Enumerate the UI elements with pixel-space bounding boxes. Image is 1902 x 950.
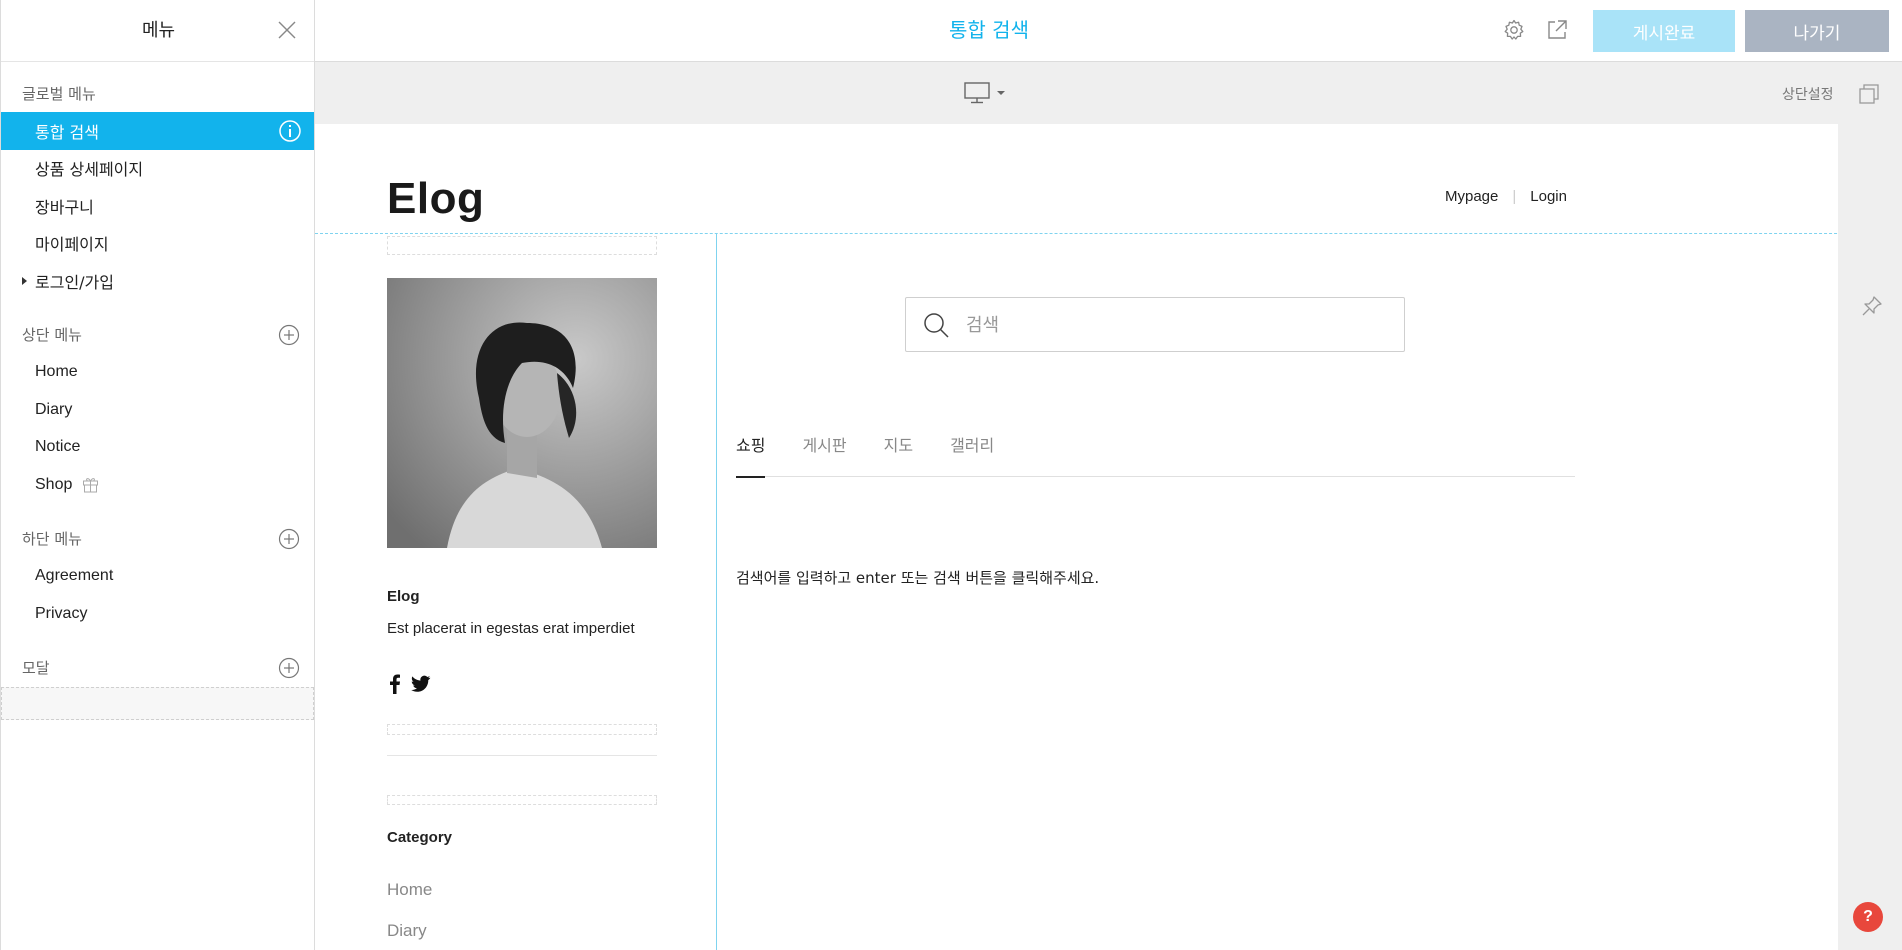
sidebar-item-label: 마이페이지 — [35, 235, 109, 255]
section-label-global: 글로벌 메뉴 — [22, 84, 96, 103]
publish-button[interactable]: 게시완료 — [1593, 10, 1735, 52]
external-link-icon[interactable] — [1545, 18, 1569, 42]
column-guide-line — [716, 233, 717, 950]
section-label-top: 상단 메뉴 — [1, 316, 314, 354]
global-menu-section: 글로벌 메뉴 통합 검색 상품 상세페이지 장바구니 마이페이지 로그인/가입 — [1, 74, 314, 300]
copy-icon[interactable] — [1857, 82, 1881, 106]
sidebar-divider — [387, 755, 657, 756]
add-circle-icon[interactable] — [278, 657, 300, 679]
profile-name: Elog — [387, 588, 420, 605]
category-item-home[interactable]: Home — [387, 880, 432, 900]
sidebar-item-label: 상품 상세페이지 — [35, 160, 144, 180]
tab-shopping[interactable]: 쇼핑 — [736, 432, 766, 478]
site-header-nav: Mypage | Login — [1445, 188, 1567, 205]
sidebar: 메뉴 글로벌 메뉴 통합 검색 상품 상세페이지 장바구니 마이페이지 로그인/… — [0, 0, 315, 950]
sidebar-item-label: 통합 검색 — [35, 122, 99, 142]
sidebar-item-label: 로그인/가입 — [35, 272, 114, 292]
exit-button[interactable]: 나가기 — [1745, 10, 1889, 52]
page-title: 통합 검색 — [949, 18, 1029, 42]
sidebar-title: 메뉴 — [141, 20, 176, 41]
sidebar-item-label: Home — [35, 363, 78, 381]
bottom-menu-section: 하단 메뉴 Agreement Privacy — [1, 520, 314, 633]
sidebar-item-diary[interactable]: Diary — [1, 391, 314, 429]
sidebar-item-login-signup[interactable]: 로그인/가입 — [1, 262, 314, 300]
twitter-icon[interactable] — [411, 675, 431, 693]
device-selector[interactable] — [964, 80, 1010, 106]
close-icon[interactable] — [276, 19, 298, 41]
sidebar-item-notice[interactable]: Notice — [1, 429, 314, 467]
section-label-modal: 모달 — [1, 649, 314, 687]
profile-description: Est placerat in egestas erat imperdiet — [387, 620, 635, 637]
category-title: Category — [387, 829, 453, 846]
nav-link-mypage[interactable]: Mypage — [1445, 188, 1498, 205]
nav-divider: | — [1512, 188, 1517, 205]
add-circle-icon[interactable] — [278, 324, 300, 346]
sidebar-item-agreement[interactable]: Agreement — [1, 558, 314, 596]
info-icon[interactable] — [278, 119, 302, 143]
pin-icon[interactable] — [1860, 294, 1884, 318]
site-preview-canvas: Elog Mypage | Login Elog Est placerat in… — [315, 124, 1838, 950]
nav-link-login[interactable]: Login — [1530, 188, 1567, 205]
gift-icon — [83, 478, 99, 493]
sidebar-item-label: Notice — [35, 438, 81, 456]
sidebar-item-mypage[interactable]: 마이페이지 — [1, 225, 314, 263]
modal-drop-zone[interactable] — [1, 686, 314, 720]
sidebar-item-shop[interactable]: Shop — [1, 466, 314, 504]
tab-gallery[interactable]: 갤러리 — [950, 432, 994, 477]
chevron-down-icon — [997, 91, 1005, 95]
tab-board[interactable]: 게시판 — [802, 432, 846, 477]
profile-image — [387, 278, 657, 548]
section-label-text: 하단 메뉴 — [22, 530, 82, 548]
sidebar-item-cart[interactable]: 장바구니 — [1, 187, 314, 225]
caret-right-icon[interactable] — [22, 276, 27, 285]
desktop-icon — [964, 82, 990, 104]
tab-map[interactable]: 지도 — [884, 432, 913, 477]
add-circle-icon[interactable] — [278, 528, 300, 550]
section-label-bottom: 하단 메뉴 — [1, 520, 314, 558]
modal-section: 모달 — [1, 649, 314, 720]
empty-block-placeholder[interactable] — [387, 236, 657, 255]
header-guide-line — [315, 233, 1838, 234]
sidebar-item-label: Agreement — [35, 567, 114, 585]
search-guide-message: 검색어를 입력하고 enter 또는 검색 버튼을 클릭해주세요. — [736, 569, 1100, 587]
search-icon[interactable] — [922, 311, 950, 339]
site-logo[interactable]: Elog — [387, 174, 484, 224]
facebook-icon[interactable] — [387, 674, 403, 694]
category-item-diary[interactable]: Diary — [387, 921, 427, 941]
sidebar-header: 메뉴 — [1, 0, 314, 62]
help-button[interactable]: ? — [1853, 902, 1883, 932]
empty-block-placeholder[interactable] — [387, 724, 657, 735]
sidebar-item-privacy[interactable]: Privacy — [1, 595, 314, 633]
gear-icon[interactable] — [1502, 18, 1526, 42]
top-menu-section: 상단 메뉴 Home Diary Notice Shop — [1, 316, 314, 504]
section-label-text: 모달 — [22, 659, 50, 677]
search-box[interactable] — [905, 297, 1405, 352]
sidebar-item-home[interactable]: Home — [1, 354, 314, 392]
sub-toolbar: 상단설정 — [315, 62, 1902, 124]
sidebar-item-product-detail[interactable]: 상품 상세페이지 — [1, 150, 314, 188]
sidebar-item-label: Privacy — [35, 604, 88, 622]
sidebar-item-integrated-search[interactable]: 통합 검색 — [1, 112, 314, 150]
right-gutter: ? — [1838, 124, 1902, 950]
sidebar-item-label: Shop — [35, 475, 73, 493]
sidebar-item-label: Diary — [35, 400, 73, 418]
empty-block-placeholder[interactable] — [387, 795, 657, 805]
search-input[interactable] — [966, 310, 1386, 340]
search-tabs: 쇼핑 게시판 지도 갤러리 — [736, 432, 1575, 478]
top-bar: 통합 검색 게시완료 나가기 — [315, 0, 1902, 62]
top-settings-label[interactable]: 상단설정 — [1782, 84, 1834, 104]
sidebar-item-label: 장바구니 — [35, 197, 94, 217]
section-label-text: 상단 메뉴 — [22, 326, 82, 344]
